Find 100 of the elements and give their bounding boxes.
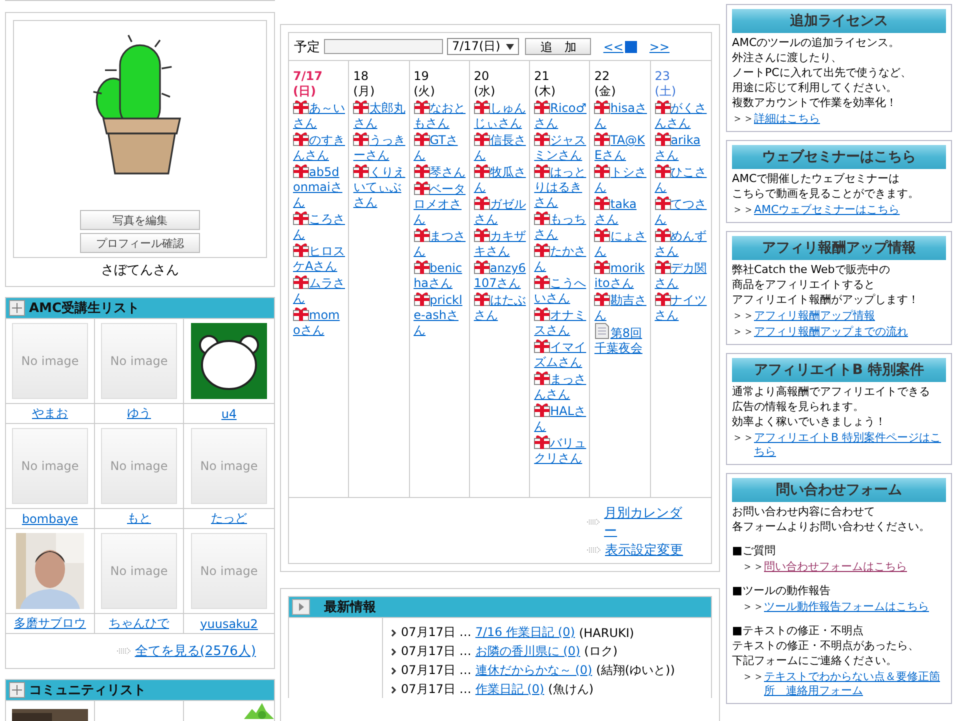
day-header: 20 (水) [474, 69, 496, 99]
calendar-entry-link[interactable]: ガゼルさん [474, 195, 528, 227]
calendar-entry-link[interactable]: ab5donmaiさん [293, 163, 346, 210]
member-link[interactable]: bombaye [22, 512, 78, 526]
card-text: AMCのツールの追加ライセンス。 [732, 36, 901, 50]
day-header: 22 (金) [594, 69, 617, 99]
arrow-prefix: ＞＞ [732, 325, 754, 339]
card-text: 外注さんに渡したり、 [732, 51, 843, 65]
calendar-entry-link[interactable]: ヒロスケAさん [293, 242, 346, 274]
calendar-entry-link[interactable]: arikaさん [654, 131, 709, 163]
card-title: ウェブセミナーはこちら [732, 145, 946, 169]
card-link[interactable]: 詳細はこちら [754, 112, 946, 126]
calendar-entry-link[interactable]: あ～いさん [293, 99, 346, 131]
member-link[interactable]: ゆう [127, 405, 151, 422]
calendar-entry-link[interactable]: 牧瓜さん [474, 163, 528, 195]
calendar-entry-link[interactable]: morikitoさん [594, 259, 648, 291]
card-link[interactable]: アフィリエイトB 特別案件ページはこちら [754, 431, 946, 459]
calendar-entry-link[interactable]: まっさんさん [534, 370, 588, 402]
calendar-entry-link[interactable]: ころさん [293, 210, 346, 242]
card-text: 弊社Catch the Webで販売中の [732, 263, 891, 277]
card-title: アフィリ報酬アップ情報 [732, 236, 946, 260]
calendar-entry-link[interactable]: HALさん [534, 402, 588, 434]
news-link[interactable]: 作業日記 (0) [475, 681, 544, 698]
member-link[interactable]: 多磨サブロウ [14, 615, 86, 632]
card-link[interactable]: アフィリ報酬アップまでの流れ [754, 325, 946, 339]
profile-button[interactable]: 写真を編集 [80, 210, 200, 230]
calendar-entry-link[interactable]: TA@KEさん [594, 131, 648, 163]
day-header: 21 (木) [534, 69, 557, 99]
card-link[interactable]: AMCウェブセミナーはこちら [754, 203, 946, 217]
calendar-entry-link[interactable]: はたぶさん [474, 291, 528, 323]
news-link[interactable]: 7/16 作業日記 (0) [475, 624, 575, 641]
calendar-entry-link[interactable]: イマイズムさん [534, 338, 588, 370]
calendar-entry-link[interactable]: くりえいてぃぶさん [353, 163, 407, 210]
arrow-prefix: ＞＞ [732, 431, 754, 445]
calendar-entry-link[interactable]: なおともさん [414, 99, 467, 131]
calendar-entry-link[interactable]: takaさん [594, 195, 648, 227]
card-text: 用途に応じて利用してください。 [732, 81, 898, 95]
calendar-entry-link[interactable]: もっちさん [534, 210, 588, 242]
card-title: アフィリエイトB 特別案件 [732, 358, 946, 382]
next-week-link[interactable]: >> [649, 40, 670, 54]
calendar-entry-link[interactable]: はっとりはるきさん [534, 163, 588, 210]
card-text: 広告の情報を見られます。 [732, 400, 865, 414]
card-link[interactable]: ツール動作報告フォームはこちら [764, 600, 946, 614]
card-title: 問い合わせフォーム [732, 478, 946, 502]
calendar-entry-link[interactable]: 太郎丸さん [353, 99, 407, 131]
card-text: ■ご質問 [732, 544, 776, 558]
news-author: (魚けん) [548, 681, 594, 698]
card-text: 商品をアフィリエイトすると [732, 278, 876, 292]
day-header: 23 (土) [654, 69, 678, 99]
calendar-entry-link[interactable]: てつさん [654, 195, 709, 227]
card-text: ■ツールの動作報告 [732, 584, 832, 598]
calendar-entry-link[interactable]: momoさん [293, 306, 346, 338]
calendar-entry-link[interactable]: たかさん [534, 242, 588, 274]
card-link[interactable]: テキストでわからない点＆要修正箇所 連絡用フォーム [764, 670, 946, 698]
calendar-entry-link[interactable]: anzy6107さん [474, 259, 528, 291]
arrow-prefix: ＞＞ [732, 309, 754, 323]
calendar-entry-link[interactable]: こうへいさん [534, 274, 588, 306]
card-text: 複数アカウントで作業を効率化！ [732, 96, 898, 110]
arrow-prefix: ＞＞ [732, 112, 754, 126]
calendar-entry-link[interactable]: めんずさん [654, 227, 709, 259]
calendar-link[interactable]: 表示設定変更 [605, 541, 683, 559]
calendar-entry-link[interactable]: 琴さん [414, 163, 467, 180]
calendar-link[interactable]: 月別カレンダー [604, 504, 689, 540]
news-author: (結翔(ゆいと)) [596, 662, 675, 679]
card-link[interactable]: アフィリ報酬アップ情報 [754, 309, 946, 323]
calendar-entry-link[interactable]: ベータロメオさん [414, 180, 467, 227]
member-link[interactable]: たっど [211, 510, 247, 527]
calendar-entry-link[interactable]: しゅんじぃさん [474, 99, 528, 131]
view-all-link[interactable]: 全てを見る(2576人) [134, 642, 256, 660]
add-button[interactable]: 追 加 [525, 38, 592, 55]
profile-button[interactable]: プロフィール確認 [80, 233, 200, 253]
calendar-entry-link[interactable]: prickle-ashさん [414, 291, 467, 338]
calendar-entry-link[interactable]: 勘吉さん [594, 291, 648, 323]
calendar-entry-link[interactable]: hisaさん [594, 99, 648, 131]
calendar-entry-link[interactable]: バリュクリさん [534, 434, 588, 466]
day-header: 7/17 (日) [293, 69, 324, 99]
calendar-entry-link[interactable]: ナイツさん [654, 291, 709, 323]
calendar-entry-link[interactable]: ひこさん [654, 163, 709, 195]
calendar-entry-link[interactable]: うっきーさん [353, 131, 407, 163]
arrow-prefix: ＞＞ [732, 203, 754, 217]
date-select[interactable]: 7/17(日) [447, 38, 520, 55]
member-link[interactable]: yuusaku2 [200, 616, 258, 630]
card-text: 効率よく稼いでいきましょう！ [732, 415, 887, 429]
member-link[interactable]: u4 [221, 406, 237, 420]
calendar-entry-link[interactable]: デカ関さん [654, 259, 709, 291]
card-text: AMCで開催したウェブセミナーは [732, 172, 901, 186]
member-link[interactable]: もと [127, 510, 151, 527]
member-link[interactable]: ちゃんひで [109, 615, 169, 632]
calendar-entry-link[interactable]: ジャスミンさん [534, 131, 588, 163]
news-link[interactable]: お隣の香川県に (0) [475, 643, 580, 660]
calendar-entry-link[interactable]: Rico♂さん [534, 99, 588, 131]
calendar-entry-link[interactable]: 信長さん [474, 131, 528, 163]
card-link[interactable]: 問い合わせフォームはこちら [764, 560, 946, 574]
calendar-entry-link[interactable]: オナミスさん [534, 306, 588, 338]
news-link[interactable]: 連休だからかな～ (0) [475, 662, 592, 679]
prev-week-link[interactable]: << [603, 40, 624, 54]
calendar-entry-link[interactable]: GTさん [414, 131, 467, 163]
section-title: コミュニティリスト [29, 682, 146, 699]
calendar-entry-link[interactable]: 第8回千葉夜会 [594, 323, 648, 356]
member-link[interactable]: やまお [32, 405, 68, 422]
